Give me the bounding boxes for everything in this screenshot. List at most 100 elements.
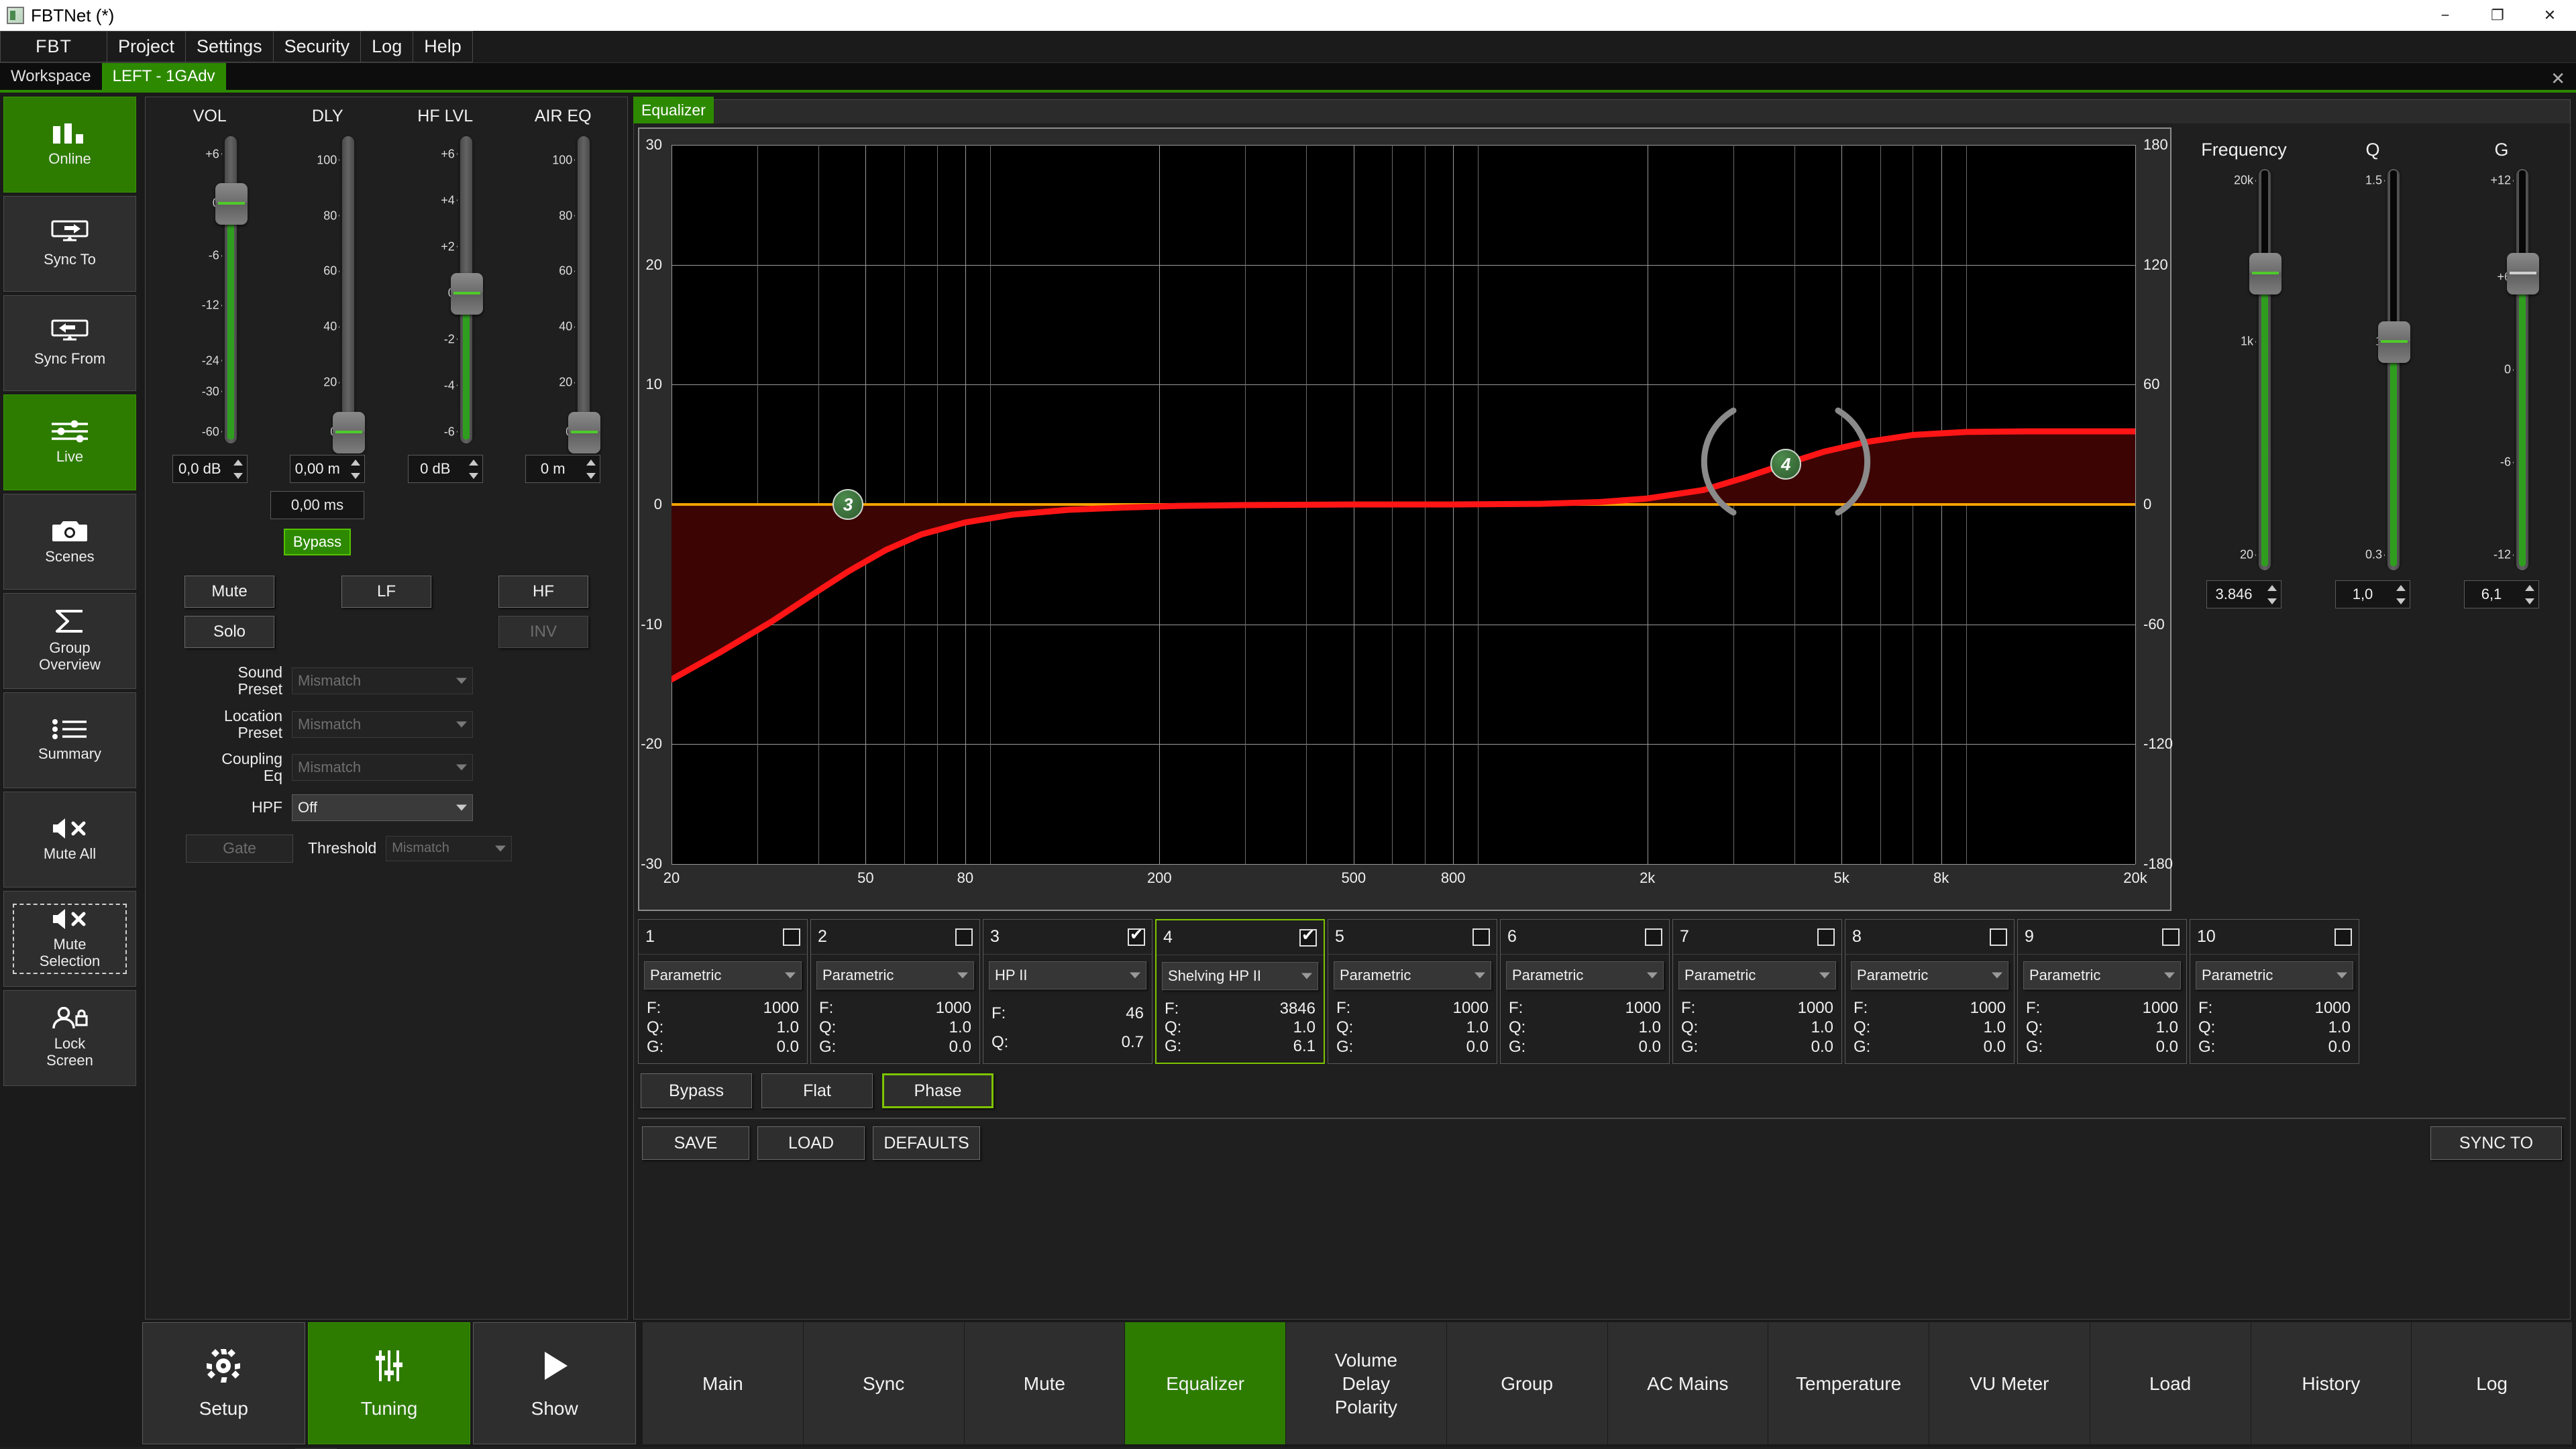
fader-track[interactable]	[333, 136, 366, 453]
band-enable-checkbox[interactable]	[1128, 925, 1145, 946]
stepper-arrows[interactable]	[465, 455, 482, 482]
band-type-dropdown[interactable]: Parametric	[1851, 961, 2008, 989]
rail-item-online[interactable]: Online	[3, 97, 136, 193]
band-param-q[interactable]: Q: 1.0	[1854, 1018, 2006, 1037]
band-type-dropdown[interactable]: HP II	[989, 961, 1146, 989]
band-param-f[interactable]: F: 1000	[2026, 999, 2178, 1018]
eq-band-7[interactable]: 7 Parametric F: 1000 Q: 1.0 G: 0.0	[1672, 919, 1842, 1064]
menu-item-help[interactable]: Help	[413, 31, 473, 62]
navtab-main[interactable]: Main	[643, 1322, 803, 1444]
preset-dropdown-sound-preset[interactable]: Mismatch	[292, 667, 473, 695]
eq-band-6[interactable]: 6 Parametric F: 1000 Q: 1.0 G: 0.0	[1500, 919, 1670, 1064]
chevron-down-icon[interactable]	[2525, 598, 2534, 604]
band-enable-checkbox[interactable]	[783, 928, 800, 946]
band-enable-checkbox[interactable]	[1990, 928, 2007, 946]
eq-band-1[interactable]: 1 Parametric F: 1000 Q: 1.0 G: 0.0	[638, 919, 808, 1064]
eq-band-10[interactable]: 10 Parametric F: 1000 Q: 1.0 G: 0.0	[2190, 919, 2359, 1064]
navtab-ac mains[interactable]: AC Mains	[1607, 1322, 1768, 1444]
mute-button[interactable]: Mute	[184, 576, 274, 608]
menu-item-project[interactable]: Project	[107, 31, 186, 62]
device-tab[interactable]: Workspace	[0, 63, 102, 90]
chevron-down-icon[interactable]	[586, 472, 596, 479]
eq-band-4[interactable]: 4 Shelving HP II F: 3846 Q: 1.0 G: 6.1	[1155, 919, 1325, 1064]
eq-band-2[interactable]: 2 Parametric F: 1000 Q: 1.0 G: 0.0	[810, 919, 980, 1064]
fqg-knob[interactable]	[2378, 321, 2410, 363]
rail-item-mute-selection[interactable]: Mute Selection	[3, 891, 136, 987]
defaults-button[interactable]: DEFAULTS	[873, 1126, 980, 1160]
stepper-arrows[interactable]	[229, 455, 247, 482]
preset-dropdown-location-preset[interactable]: Mismatch	[292, 710, 473, 738]
rail-item-lock-screen[interactable]: Lock Screen	[3, 990, 136, 1086]
band-enable-checkbox[interactable]	[955, 928, 973, 946]
navtab-temperature[interactable]: Temperature	[1768, 1322, 1929, 1444]
stepper-arrows[interactable]	[2392, 581, 2410, 608]
device-tab[interactable]: LEFT - 1GAdv	[101, 63, 226, 90]
band-param-q[interactable]: Q: 1.0	[1336, 1018, 1489, 1037]
fqg-value-field-q[interactable]: 1,0	[2335, 580, 2410, 608]
band-param-q[interactable]: Q: 1.0	[819, 1018, 971, 1037]
navtab-vu meter[interactable]: VU Meter	[1929, 1322, 2090, 1444]
band-param-q[interactable]: Q: 1.0	[2198, 1018, 2351, 1037]
navtab-equalizer[interactable]: Equalizer	[1125, 1322, 1285, 1444]
chevron-up-icon[interactable]	[468, 459, 478, 466]
solo-button[interactable]: Solo	[184, 616, 274, 648]
navtab-log[interactable]: Log	[2412, 1322, 2572, 1444]
eq-band-5[interactable]: 5 Parametric F: 1000 Q: 1.0 G: 0.0	[1328, 919, 1497, 1064]
band-enable-checkbox[interactable]	[1299, 926, 1317, 947]
menu-item-settings[interactable]: Settings	[186, 31, 274, 62]
fqg-track[interactable]	[2507, 168, 2539, 571]
menu-item-log[interactable]: Log	[361, 31, 414, 62]
fader-value-field[interactable]: 0,00 m	[290, 455, 366, 483]
band-param-f[interactable]: F: 1000	[2198, 999, 2351, 1018]
chevron-down-icon[interactable]	[2396, 598, 2406, 604]
band-param-f[interactable]: F: 46	[991, 1004, 1144, 1023]
threshold-dropdown[interactable]: Mismatch	[386, 835, 513, 861]
fqg-value-field-g[interactable]: 6,1	[2464, 580, 2539, 608]
band-param-f[interactable]: F: 1000	[819, 999, 971, 1018]
menu-item-security[interactable]: Security	[273, 31, 362, 62]
band-param-g[interactable]: G: 0.0	[1336, 1038, 1489, 1057]
chevron-up-icon[interactable]	[2525, 584, 2534, 591]
minimize-button[interactable]: −	[2419, 0, 2471, 31]
navtab-volume-delay-polarity[interactable]: Volume Delay Polarity	[1286, 1322, 1446, 1444]
stepper-arrows[interactable]	[2263, 581, 2281, 608]
fqg-track[interactable]	[2378, 168, 2410, 571]
stepper-arrows[interactable]	[347, 455, 364, 482]
fader-track[interactable]	[215, 136, 248, 444]
band-param-g[interactable]: G: 0.0	[647, 1038, 799, 1057]
band-marker-3[interactable]: 3	[833, 489, 864, 520]
band-param-f[interactable]: F: 3846	[1165, 1000, 1316, 1018]
band-param-g[interactable]: G: 6.1	[1165, 1037, 1316, 1056]
band-type-dropdown[interactable]: Parametric	[2196, 961, 2353, 989]
stepper-arrows[interactable]	[2521, 581, 2538, 608]
rail-item-summary[interactable]: Summary	[3, 692, 136, 788]
band-enable-checkbox[interactable]	[2334, 928, 2352, 946]
band-param-f[interactable]: F: 1000	[1509, 999, 1661, 1018]
band-param-q[interactable]: Q: 1.0	[1509, 1018, 1661, 1037]
hf-button[interactable]: HF	[498, 576, 588, 608]
band-marker-4[interactable]: 4	[1770, 449, 1802, 480]
band-param-q[interactable]: Q: 1.0	[1165, 1018, 1316, 1037]
mode-button-setup[interactable]: Setup	[142, 1322, 305, 1444]
band-param-q[interactable]: Q: 1.0	[2026, 1018, 2178, 1037]
band-type-dropdown[interactable]: Parametric	[1334, 961, 1491, 989]
band-param-g[interactable]: G: 0.0	[1854, 1038, 2006, 1057]
eq-band-8[interactable]: 8 Parametric F: 1000 Q: 1.0 G: 0.0	[1845, 919, 2015, 1064]
inv-button[interactable]: INV	[498, 616, 588, 648]
preset-dropdown-hpf[interactable]: Off	[292, 794, 473, 821]
stepper-arrows[interactable]	[582, 455, 600, 482]
fqg-track[interactable]	[2249, 168, 2282, 571]
eq-band-9[interactable]: 9 Parametric F: 1000 Q: 1.0 G: 0.0	[2017, 919, 2187, 1064]
band-param-f[interactable]: F: 1000	[647, 999, 799, 1018]
rail-item-scenes[interactable]: Scenes	[3, 494, 136, 590]
gate-button[interactable]: Gate	[186, 834, 293, 863]
rail-item-group-overview[interactable]: Group Overview	[3, 593, 136, 689]
band-enable-checkbox[interactable]	[1472, 928, 1490, 946]
chevron-down-icon[interactable]	[468, 472, 478, 479]
rail-item-sync from[interactable]: Sync From	[3, 295, 136, 391]
fader-knob[interactable]	[333, 411, 366, 453]
navtab-group[interactable]: Group	[1446, 1322, 1607, 1444]
eq-response-graph[interactable]: 34 -30 -20 -10 0 10 20 30 -180 -120 -60 0 60 120 180 2…	[638, 127, 2173, 911]
maximize-button[interactable]: ❐	[2471, 0, 2524, 31]
band-param-g[interactable]: G: 0.0	[1509, 1038, 1661, 1057]
